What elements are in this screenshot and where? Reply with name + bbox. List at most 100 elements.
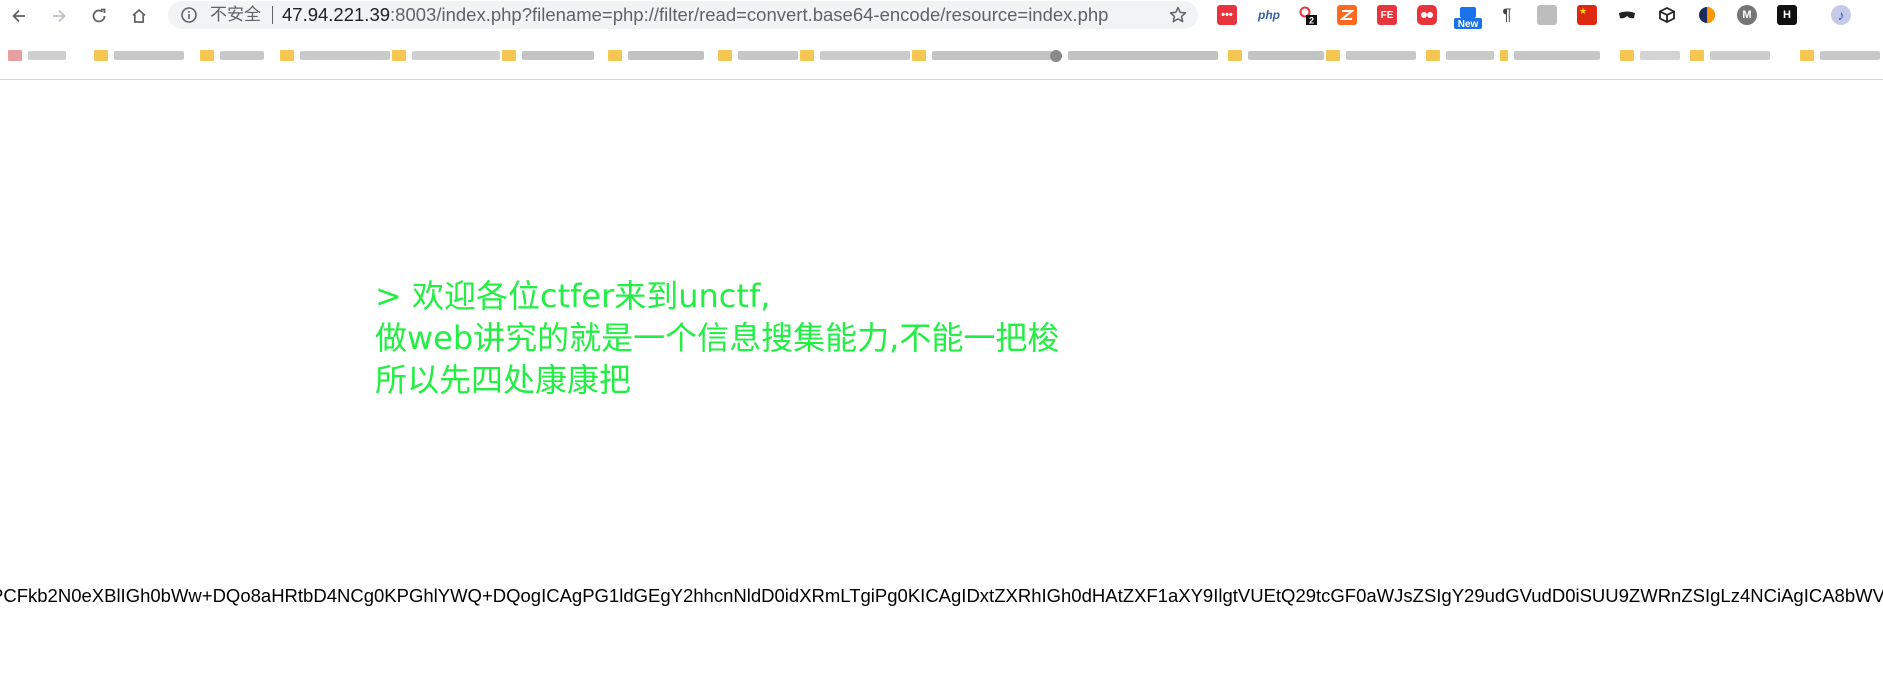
- new-badge-icon: New: [1454, 7, 1482, 30]
- folder-icon: [502, 50, 516, 61]
- welcome-line-1: > 欢迎各位ctfer来到unctf,: [375, 277, 771, 315]
- bookmark-item[interactable]: [1228, 48, 1324, 63]
- fe-extension-icon[interactable]: FE: [1377, 5, 1397, 25]
- blurred-label: [1820, 51, 1880, 60]
- orange-extension-icon[interactable]: [1337, 5, 1357, 25]
- welcome-line-3: 所以先四处康康把: [375, 361, 632, 399]
- back-arrow-icon: [12, 9, 25, 23]
- m-extension-icon[interactable]: M: [1737, 5, 1757, 25]
- music-extension-icon[interactable]: ♪: [1831, 5, 1851, 25]
- bookmark-item[interactable]: [912, 48, 1052, 63]
- bookmark-item[interactable]: [502, 48, 594, 63]
- folder-icon: [912, 50, 926, 61]
- blurred-label: [1068, 51, 1218, 60]
- bookmark-item[interactable]: [280, 48, 390, 63]
- folder-icon: [608, 50, 622, 61]
- folder-icon: [718, 50, 732, 61]
- bookmark-item[interactable]: [1426, 48, 1494, 63]
- gray-extension-icon[interactable]: [1537, 5, 1557, 25]
- bookmark-star-icon[interactable]: [1168, 5, 1188, 25]
- china-flag-extension-icon[interactable]: ★: [1577, 5, 1597, 25]
- bookmark-item[interactable]: [608, 48, 704, 63]
- url-path: :8003/index.php?filename=php://filter/re…: [390, 4, 1109, 25]
- forward-arrow-icon: [53, 9, 66, 23]
- base64-text: PCFkb2N0eXBlIGh0bWw+DQo8aHRtbD4NCg0KPGhl…: [0, 585, 1883, 606]
- bookmark-item[interactable]: [200, 48, 264, 63]
- svg-text:New: New: [1458, 19, 1479, 29]
- base64-output: PCFkb2N0eXBlIGh0bWw+DQo8aHRtbD4NCg0KPGhl…: [0, 585, 1883, 607]
- zigzag-icon: [1340, 10, 1354, 20]
- bookmark-item[interactable]: [1050, 48, 1218, 63]
- folder-icon: [280, 50, 294, 61]
- home-button[interactable]: [126, 3, 152, 29]
- half-circle-icon: [1699, 7, 1715, 23]
- folder-icon: [1426, 50, 1440, 61]
- php-extension-icon[interactable]: php: [1257, 5, 1281, 25]
- mask-extension-icon[interactable]: [1617, 5, 1637, 25]
- blurred-label: [1446, 51, 1494, 60]
- blurred-label: [412, 51, 500, 60]
- folder-icon: [8, 50, 22, 61]
- bookmark-item[interactable]: [1690, 48, 1770, 63]
- bookmark-item[interactable]: [1326, 48, 1416, 63]
- folder-icon: [1690, 50, 1704, 61]
- home-icon: [132, 8, 146, 23]
- bookmark-item[interactable]: [718, 48, 798, 63]
- blurred-label: [28, 51, 66, 60]
- folder-icon: [200, 50, 214, 61]
- blurred-label: [628, 51, 704, 60]
- blurred-label: [1514, 51, 1600, 60]
- folder-icon: [1326, 50, 1340, 61]
- back-button[interactable]: [6, 3, 32, 29]
- h-extension-icon[interactable]: H: [1777, 5, 1797, 25]
- bookmark-item[interactable]: [1620, 48, 1680, 63]
- paragraph-extension-icon[interactable]: ¶: [1497, 5, 1517, 25]
- blurred-label: [522, 51, 594, 60]
- link-extension-icon: 2: [1299, 6, 1317, 26]
- blurred-label: [1248, 51, 1324, 60]
- badge-extension-icon[interactable]: 2: [1297, 5, 1317, 25]
- circle-extension-icon[interactable]: [1697, 5, 1717, 25]
- folder-icon: [1228, 50, 1242, 61]
- folder-icon: [392, 50, 406, 61]
- bookmark-item[interactable]: [8, 48, 66, 63]
- bookmark-item[interactable]: [1500, 48, 1600, 63]
- address-separator: [272, 6, 273, 24]
- mask-icon: [1619, 11, 1635, 19]
- reload-icon: [92, 8, 106, 23]
- folder-icon: [1620, 50, 1634, 61]
- blurred-label: [300, 51, 390, 60]
- forward-button[interactable]: [46, 3, 72, 29]
- red-circle-extension-icon[interactable]: [1417, 5, 1437, 25]
- red-dots-extension-icon[interactable]: •••: [1217, 5, 1237, 25]
- folder-icon: [94, 50, 108, 61]
- bookmark-item[interactable]: [1800, 48, 1880, 63]
- bookmark-item[interactable]: [800, 48, 910, 63]
- blurred-label: [1640, 51, 1680, 60]
- folder-icon: [1800, 50, 1814, 61]
- blurred-label: [932, 51, 1052, 60]
- globe-icon: [1050, 49, 1062, 62]
- blurred-label: [820, 51, 910, 60]
- blurred-label: [220, 51, 264, 60]
- blurred-label: [1346, 51, 1416, 60]
- blurred-label: [1710, 51, 1770, 60]
- not-secure-label: 不安全: [210, 5, 261, 25]
- bookmark-item[interactable]: [392, 48, 500, 63]
- new-extension-icon[interactable]: New: [1454, 5, 1482, 30]
- bookmarks-bar: [0, 44, 1883, 68]
- address-bar[interactable]: 不安全 47.94.221.39:8003/index.php?filename…: [168, 1, 1198, 29]
- cube-extension-icon[interactable]: [1657, 5, 1677, 25]
- eyes-icon: [1421, 12, 1433, 18]
- bookmark-item[interactable]: [94, 48, 184, 63]
- browser-toolbar: 不安全 47.94.221.39:8003/index.php?filename…: [0, 0, 1883, 30]
- reload-button[interactable]: [86, 3, 112, 29]
- url-text[interactable]: 47.94.221.39:8003/index.php?filename=php…: [282, 5, 1108, 25]
- svg-text:2: 2: [1309, 16, 1314, 26]
- blurred-label: [738, 51, 798, 60]
- info-icon[interactable]: [180, 6, 198, 24]
- welcome-message: > 欢迎各位ctfer来到unctf, 做web讲究的就是一个信息搜集能力,不能…: [375, 275, 1059, 401]
- folder-icon: [1500, 50, 1508, 61]
- url-host: 47.94.221.39: [282, 4, 391, 25]
- welcome-line-2: 做web讲究的就是一个信息搜集能力,不能一把梭: [375, 319, 1060, 357]
